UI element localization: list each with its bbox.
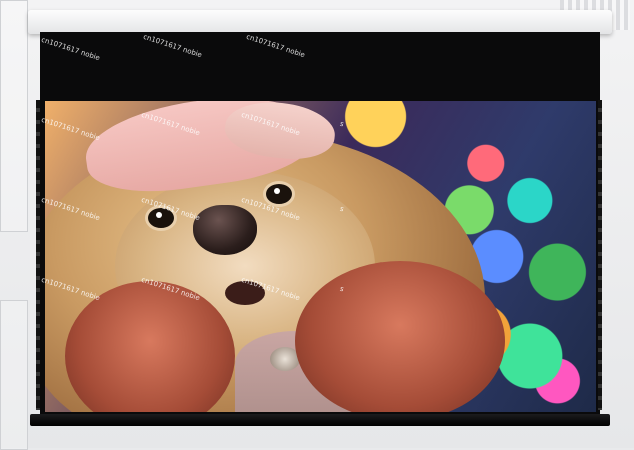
otter-nose xyxy=(193,205,257,255)
wall-panel-left xyxy=(0,0,28,232)
tension-cable-left xyxy=(36,100,40,410)
wall-panel-left-lower xyxy=(0,300,28,450)
screen-bottom-bar xyxy=(30,414,610,426)
tension-cable-right xyxy=(598,100,602,410)
projector-screen-housing xyxy=(28,10,612,34)
otter-paw-right xyxy=(295,261,505,412)
projected-otter-image xyxy=(45,101,596,412)
